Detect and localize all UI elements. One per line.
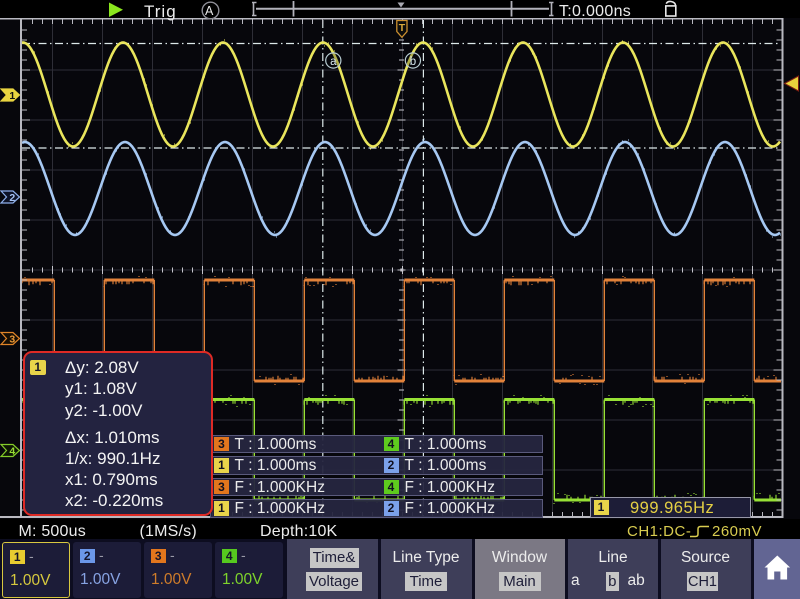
svg-text:T: T [399, 22, 406, 34]
svg-text:a: a [330, 56, 337, 68]
svg-text:4: 4 [9, 445, 15, 457]
svg-text:3: 3 [9, 333, 15, 345]
svg-text:b: b [410, 56, 416, 68]
svg-text:2: 2 [9, 192, 15, 204]
svg-text:1: 1 [9, 90, 15, 102]
